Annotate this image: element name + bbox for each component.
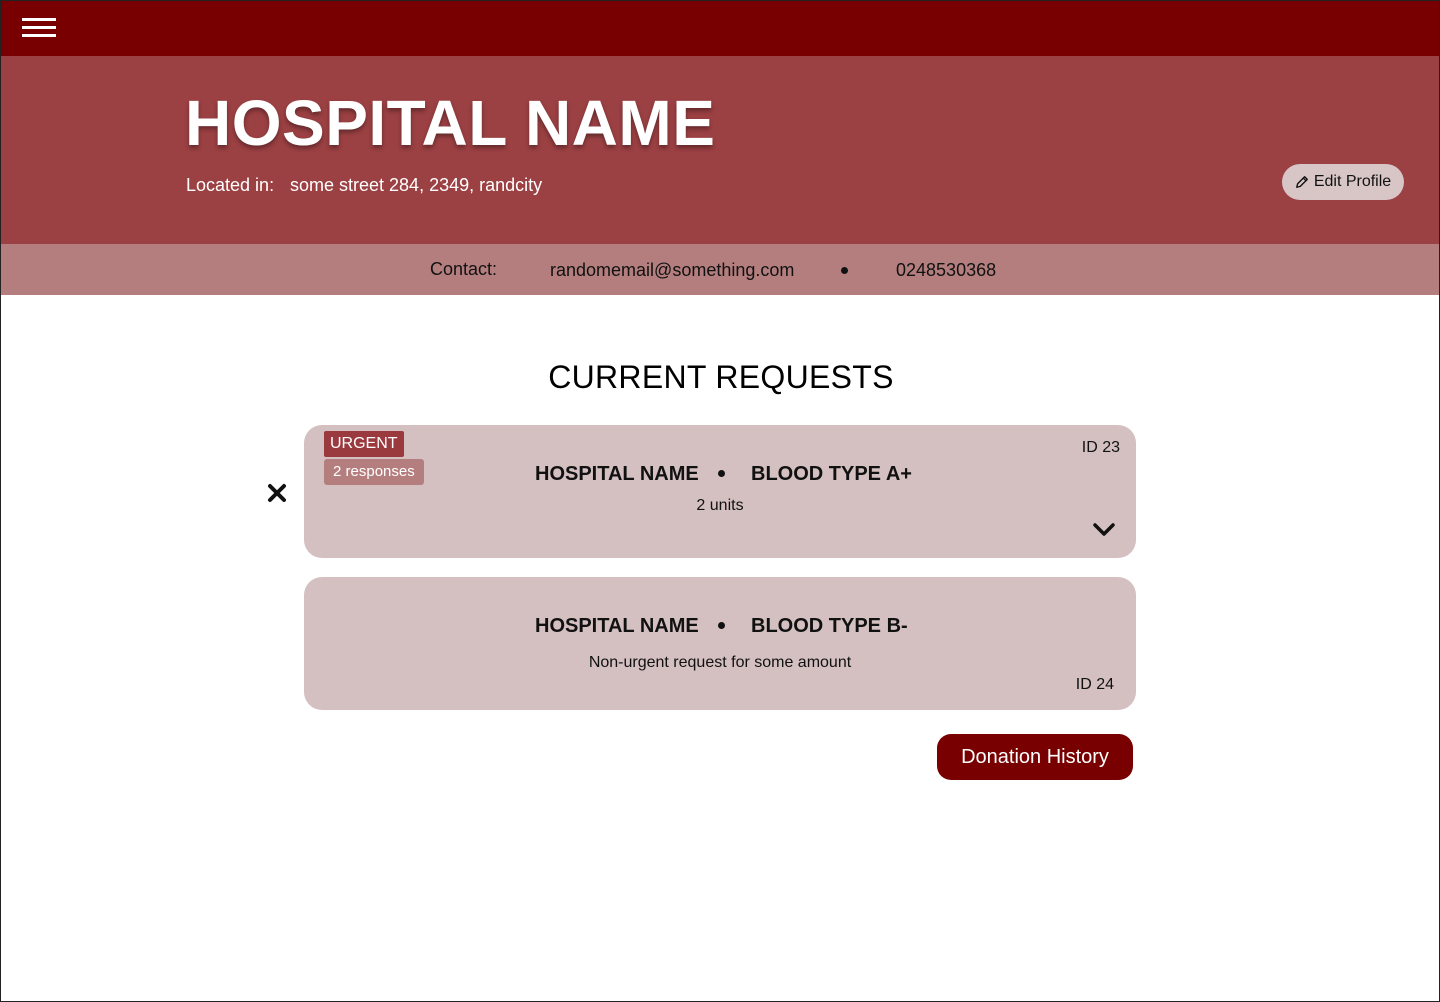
pencil-icon bbox=[1295, 176, 1308, 188]
close-icon[interactable] bbox=[266, 482, 288, 504]
profile-header: HOSPITAL NAME Located in: some street 28… bbox=[1, 56, 1439, 244]
hospital-name-title: HOSPITAL NAME bbox=[185, 87, 716, 159]
location-value: some street 284, 2349, randcity bbox=[290, 175, 543, 195]
request-hospital-name: HOSPITAL NAME bbox=[535, 463, 699, 485]
responses-badge: 2 responses bbox=[324, 459, 424, 485]
chevron-down-icon[interactable] bbox=[1092, 522, 1116, 538]
hamburger-menu-icon[interactable] bbox=[22, 18, 56, 38]
contact-bar: Contact: randomemail@something.com 02485… bbox=[1, 244, 1439, 295]
request-detail: 2 units bbox=[696, 497, 744, 514]
request-card[interactable]: HOSPITAL NAME BLOOD TYPE B- Non-urgent r… bbox=[304, 577, 1136, 710]
request-hospital-name: HOSPITAL NAME bbox=[535, 615, 699, 637]
contact-email[interactable]: randomemail@something.com bbox=[550, 260, 794, 281]
separator-dot bbox=[841, 267, 848, 274]
request-blood-type: BLOOD TYPE A+ bbox=[751, 463, 912, 485]
page: HOSPITAL NAME Located in: some street 28… bbox=[0, 0, 1440, 1002]
top-app-bar bbox=[1, 1, 1439, 56]
contact-label: Contact: bbox=[430, 259, 498, 279]
request-id: ID 23 bbox=[1081, 439, 1120, 456]
request-card[interactable]: URGENT 2 responses ID 23 HOSPITAL NAME B… bbox=[304, 425, 1136, 558]
separator-dot bbox=[718, 622, 725, 629]
request-blood-type: BLOOD TYPE B- bbox=[751, 615, 908, 637]
contact-phone[interactable]: 0248530368 bbox=[896, 260, 996, 281]
current-requests-heading: CURRENT REQUESTS bbox=[548, 359, 894, 395]
edit-profile-button[interactable]: Edit Profile bbox=[1282, 164, 1404, 200]
separator-dot bbox=[718, 470, 725, 477]
urgent-badge: URGENT bbox=[324, 431, 404, 457]
edit-profile-label: Edit Profile bbox=[1313, 173, 1392, 190]
donation-history-button[interactable]: Donation History bbox=[937, 734, 1133, 780]
request-detail: Non-urgent request for some amount bbox=[588, 654, 852, 671]
request-id: ID 24 bbox=[1075, 676, 1114, 693]
location-label: Located in: bbox=[186, 175, 275, 195]
